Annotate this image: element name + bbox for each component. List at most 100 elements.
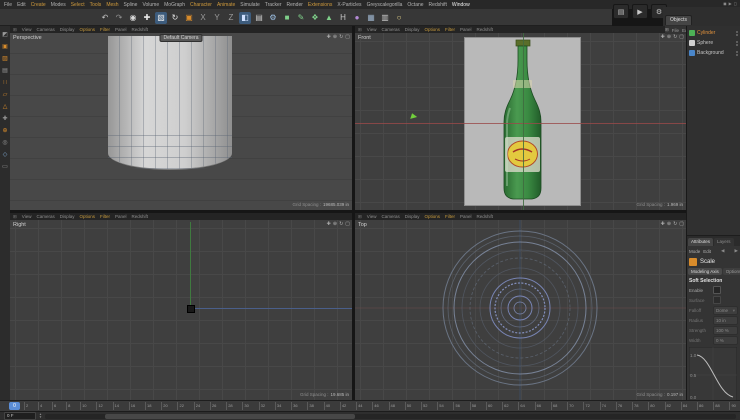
tool-subtab[interactable]: Options bbox=[723, 268, 740, 275]
frame-stepper[interactable]: ▲ ▼ bbox=[39, 413, 42, 419]
polygons-mode-icon[interactable]: △ bbox=[1, 103, 9, 111]
viewport-menu-item[interactable]: Display bbox=[405, 214, 420, 219]
toggle-view-icon[interactable]: ▢ bbox=[679, 34, 684, 40]
live-selection-icon[interactable]: ◉ bbox=[127, 12, 139, 24]
points-mode-icon[interactable]: ∷ bbox=[1, 79, 9, 87]
viewport-menu-item[interactable]: Display bbox=[405, 27, 420, 32]
render-settings-icon[interactable]: ⚙ bbox=[267, 12, 279, 24]
rotate-view-icon[interactable]: ↻ bbox=[673, 34, 677, 40]
objects-grid-icon[interactable]: ⊞ bbox=[665, 27, 669, 33]
viewport-menu-item[interactable]: View bbox=[22, 27, 32, 32]
viewport-grid-icon[interactable]: ⊞ bbox=[358, 27, 362, 33]
visibility-dots[interactable] bbox=[736, 31, 738, 36]
render-picture-viewer-button[interactable]: ▶ bbox=[632, 4, 648, 19]
viewport-menu-item[interactable]: View bbox=[22, 214, 32, 219]
objects-menu-item[interactable]: File bbox=[672, 28, 679, 33]
viewport-menu-item[interactable]: Filter bbox=[100, 27, 110, 32]
rotate-view-icon[interactable]: ↻ bbox=[673, 221, 677, 227]
viewport-canvas-right[interactable]: Right ✚⊕↻▢ Grid Spacing :19.685 in bbox=[10, 220, 352, 400]
viewport-perspective[interactable]: ⊞ ViewCamerasDisplayOptionsFilterPanelRe… bbox=[10, 26, 352, 210]
undo-icon[interactable]: ↶ bbox=[99, 12, 111, 24]
move-icon[interactable]: ✚ bbox=[141, 12, 153, 24]
workplane-icon[interactable]: ▭ bbox=[1, 163, 9, 171]
viewport-menu-item[interactable]: Filter bbox=[100, 214, 110, 219]
make-editable-icon[interactable]: ◩ bbox=[1, 31, 9, 39]
viewport-menu-item[interactable]: Cameras bbox=[36, 27, 54, 32]
primitive-cube-icon[interactable]: ■ bbox=[281, 12, 293, 24]
viewport-menu-item[interactable]: Filter bbox=[445, 214, 455, 219]
viewport-grid-icon[interactable]: ⊞ bbox=[358, 214, 362, 220]
menu-item[interactable]: Simulate bbox=[240, 2, 259, 8]
viewport-right[interactable]: ⊞ ViewCamerasDisplayOptionsFilterPanelRe… bbox=[10, 213, 352, 400]
rotate-icon[interactable]: ↻ bbox=[169, 12, 181, 24]
zoom-view-icon[interactable]: ⊕ bbox=[667, 34, 671, 40]
strength-input[interactable]: 100 % bbox=[713, 326, 738, 335]
menu-item[interactable]: Create bbox=[31, 2, 46, 8]
menu-item[interactable]: Animate bbox=[217, 2, 235, 8]
viewport-menu-item[interactable]: Redshift bbox=[132, 214, 149, 219]
viewport-menu-item[interactable]: Panel bbox=[460, 27, 472, 32]
object-item-sphere[interactable]: Sphere bbox=[687, 38, 740, 48]
x-axis-lock-icon[interactable]: X bbox=[197, 12, 209, 24]
enable-checkbox[interactable] bbox=[713, 286, 721, 294]
toggle-view-icon[interactable]: ▢ bbox=[345, 34, 350, 40]
mograph-icon[interactable]: ❖ bbox=[309, 12, 321, 24]
panel-layout-icon[interactable]: ◻ bbox=[734, 1, 737, 6]
tab-objects[interactable]: Objects bbox=[665, 15, 692, 25]
menu-item[interactable]: Tools bbox=[90, 2, 102, 8]
menu-item[interactable]: Spline bbox=[124, 2, 138, 8]
surface-checkbox[interactable] bbox=[713, 296, 721, 304]
deformer-icon[interactable]: ▲ bbox=[323, 12, 335, 24]
menu-item[interactable]: X-Particles bbox=[337, 2, 361, 8]
zoom-view-icon[interactable]: ⊕ bbox=[333, 221, 337, 227]
viewport-canvas-perspective[interactable]: Default Camera Perspective ✚⊕↻▢ Grid Spa… bbox=[10, 33, 352, 210]
viewport-menu-item[interactable]: Options bbox=[425, 27, 441, 32]
menu-item[interactable]: Character bbox=[190, 2, 212, 8]
zoom-view-icon[interactable]: ⊕ bbox=[333, 34, 337, 40]
viewport-menu-item[interactable]: Options bbox=[425, 214, 441, 219]
pan-view-icon[interactable]: ✚ bbox=[661, 221, 665, 227]
timeline-range-slider[interactable] bbox=[45, 414, 736, 419]
width-input[interactable]: 0 % bbox=[713, 336, 738, 345]
prev-icon[interactable]: ◀ bbox=[721, 248, 724, 254]
hair-icon[interactable]: H bbox=[337, 12, 349, 24]
viewport-menu-item[interactable]: View bbox=[367, 27, 377, 32]
viewport-menu-item[interactable]: Options bbox=[80, 214, 96, 219]
menu-item[interactable]: Tracker bbox=[265, 2, 282, 8]
viewport-grid-icon[interactable]: ⊞ bbox=[13, 27, 17, 33]
pan-view-icon[interactable]: ✚ bbox=[661, 34, 665, 40]
viewport-menu-item[interactable]: Filter bbox=[445, 27, 455, 32]
viewport-top[interactable]: ⊞ View Cameras Display Options Filter Panel Re… bbox=[355, 213, 686, 400]
menu-item[interactable]: Modes bbox=[51, 2, 66, 8]
visibility-dots[interactable] bbox=[736, 51, 738, 56]
viewport-menu-item[interactable]: Redshift bbox=[477, 214, 494, 219]
viewport-menu-item[interactable]: Options bbox=[80, 27, 96, 32]
model-mode-icon[interactable]: ▣ bbox=[1, 43, 9, 51]
menu-item[interactable]: Select bbox=[71, 2, 85, 8]
attributes-tab[interactable]: Attributes bbox=[688, 238, 713, 246]
mode-value[interactable]: Edit bbox=[703, 249, 711, 254]
spline-pen-icon[interactable]: ✎ bbox=[295, 12, 307, 24]
viewport-menu-item[interactable]: Panel bbox=[460, 214, 472, 219]
timeline-ruler[interactable]: 0 02468101214161820222426283032343638404… bbox=[0, 400, 740, 411]
menu-item[interactable]: Render bbox=[287, 2, 303, 8]
viewport-menu-item[interactable]: Redshift bbox=[132, 27, 149, 32]
viewport-menu-item[interactable]: View bbox=[367, 214, 377, 219]
current-frame-input[interactable]: 0 F bbox=[4, 412, 36, 420]
zoom-view-icon[interactable]: ⊕ bbox=[667, 221, 671, 227]
camera-icon[interactable]: ▥ bbox=[379, 12, 391, 24]
menu-item[interactable]: Window bbox=[452, 2, 470, 8]
play-layout-icon[interactable]: ▶ bbox=[729, 1, 732, 6]
viewport-solo-icon[interactable]: ◎ bbox=[1, 139, 9, 147]
viewport-menu-item[interactable]: Cameras bbox=[36, 214, 54, 219]
timeline-range-thumb[interactable] bbox=[105, 414, 355, 419]
menu-item[interactable]: MoGraph bbox=[164, 2, 185, 8]
viewport-menu-item[interactable]: Cameras bbox=[381, 214, 399, 219]
pan-view-icon[interactable]: ✚ bbox=[327, 34, 331, 40]
z-axis-lock-icon[interactable]: Z bbox=[225, 12, 237, 24]
menu-item[interactable]: Extensions bbox=[308, 2, 332, 8]
cylinder-mesh[interactable] bbox=[108, 36, 232, 170]
y-axis-lock-icon[interactable]: Y bbox=[211, 12, 223, 24]
camera-selector[interactable]: Default Camera bbox=[159, 34, 202, 42]
attributes-tab[interactable]: Layers bbox=[714, 238, 734, 246]
